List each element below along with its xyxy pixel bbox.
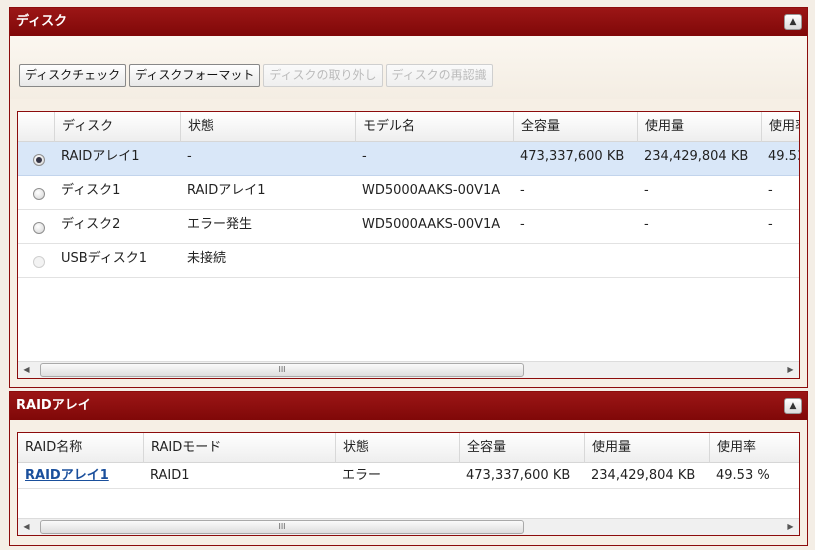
table-row[interactable]: USBディスク1 未接続	[18, 244, 799, 278]
cell-used: 234,429,804 KB	[591, 468, 696, 483]
scrollbar-thumb[interactable]: III	[40, 363, 524, 377]
cell-capacity: -	[520, 183, 525, 198]
column-header-select	[18, 112, 54, 142]
cell-model: WD5000AAKS-00V1A	[362, 217, 501, 232]
cell-raid-mode: RAID1	[150, 468, 190, 483]
column-header-capacity[interactable]: 全容量	[459, 433, 584, 463]
disk-panel-header: ディスク ▲	[10, 8, 807, 36]
scroll-right-icon[interactable]: ▶	[782, 362, 799, 378]
horizontal-scrollbar[interactable]: ◀ III ▶	[18, 361, 799, 378]
cell-status: エラー発生	[187, 217, 253, 232]
cell-model: -	[362, 149, 367, 164]
cell-disk: RAIDアレイ1	[61, 149, 140, 164]
cell-used	[637, 244, 761, 278]
column-header-status[interactable]: 状態	[335, 433, 459, 463]
cell-disk: ディスク2	[61, 217, 121, 232]
disk-remove-button[interactable]: ディスクの取り外し	[263, 64, 383, 87]
disk-grid-header: ディスク 状態 モデル名 全容量 使用量 使用率	[18, 112, 799, 142]
cell-capacity: -	[520, 217, 525, 232]
collapse-icon[interactable]: ▲	[784, 398, 802, 414]
cell-usage: -	[768, 217, 773, 232]
disk-format-button[interactable]: ディスクフォーマット	[129, 64, 261, 87]
column-header-used[interactable]: 使用量	[584, 433, 709, 463]
cell-model: WD5000AAKS-00V1A	[362, 183, 501, 198]
disk-rescan-button[interactable]: ディスクの再認識	[385, 64, 493, 87]
raid-panel: RAIDアレイ ▲ RAID名称 RAIDモード 状態 全容量 使用量 使用率 …	[9, 391, 808, 546]
column-header-status[interactable]: 状態	[180, 112, 355, 142]
cell-status: 未接続	[187, 251, 227, 266]
cell-used: -	[644, 183, 649, 198]
cell-usage: -	[768, 183, 773, 198]
collapse-icon[interactable]: ▲	[784, 14, 802, 30]
column-header-usage[interactable]: 使用率	[761, 112, 799, 142]
column-header-raid-mode[interactable]: RAIDモード	[143, 433, 335, 463]
table-row[interactable]: ディスク2 エラー発生 WD5000AAKS-00V1A - - -	[18, 210, 799, 244]
disk-toolbar: ディスクチェック ディスクフォーマット ディスクの取り外し ディスクの再認識	[10, 36, 807, 99]
scroll-left-icon[interactable]: ◀	[18, 519, 35, 535]
cell-disk: USBディスク1	[61, 251, 148, 266]
cell-usage	[761, 244, 799, 278]
cell-used: -	[644, 217, 649, 232]
horizontal-scrollbar[interactable]: ◀ III ▶	[18, 518, 799, 535]
cell-disk: ディスク1	[61, 183, 121, 198]
scrollbar-thumb[interactable]: III	[40, 520, 524, 534]
cell-raid-name: RAIDアレイ1	[18, 463, 143, 489]
table-row[interactable]: ディスク1 RAIDアレイ1 WD5000AAKS-00V1A - - -	[18, 176, 799, 210]
cell-capacity: 473,337,600 KB	[520, 149, 625, 164]
column-header-usage[interactable]: 使用率	[709, 433, 799, 463]
column-header-model[interactable]: モデル名	[355, 112, 513, 142]
column-header-used[interactable]: 使用量	[637, 112, 761, 142]
cell-capacity	[513, 244, 637, 278]
column-header-raid-name[interactable]: RAID名称	[18, 433, 143, 463]
scroll-right-icon[interactable]: ▶	[782, 519, 799, 535]
cell-used: 234,429,804 KB	[644, 149, 749, 164]
raid-grid: RAID名称 RAIDモード 状態 全容量 使用量 使用率 RAIDアレイ1 R…	[17, 432, 800, 536]
disk-grid: ディスク 状態 モデル名 全容量 使用量 使用率 RAIDアレイ1 - - 47…	[17, 111, 800, 379]
column-header-capacity[interactable]: 全容量	[513, 112, 637, 142]
cell-status: エラー	[342, 468, 382, 483]
radio-button[interactable]	[33, 222, 45, 234]
cell-usage: 49.53 %	[768, 149, 799, 164]
raid-grid-header: RAID名称 RAIDモード 状態 全容量 使用量 使用率	[18, 433, 799, 463]
cell-status: -	[187, 149, 192, 164]
disk-check-button[interactable]: ディスクチェック	[19, 64, 127, 87]
column-header-disk[interactable]: ディスク	[54, 112, 180, 142]
raid-array-link[interactable]: RAIDアレイ1	[25, 468, 109, 483]
table-row: RAIDアレイ1 RAID1 エラー 473,337,600 KB 234,42…	[18, 463, 799, 489]
disk-panel-title: ディスク	[16, 14, 68, 29]
cell-capacity: 473,337,600 KB	[466, 468, 571, 483]
raid-panel-header: RAIDアレイ ▲	[10, 392, 807, 420]
radio-button[interactable]	[33, 188, 45, 200]
table-row[interactable]: RAIDアレイ1 - - 473,337,600 KB 234,429,804 …	[18, 142, 799, 176]
radio-button[interactable]	[33, 154, 45, 166]
raid-panel-title: RAIDアレイ	[16, 398, 91, 413]
cell-usage: 49.53 %	[716, 468, 770, 483]
scroll-left-icon[interactable]: ◀	[18, 362, 35, 378]
cell-status: RAIDアレイ1	[187, 183, 266, 198]
radio-button[interactable]	[33, 256, 45, 268]
disk-panel: ディスク ▲ ディスクチェック ディスクフォーマット ディスクの取り外し ディスクの再…	[9, 7, 808, 388]
cell-model	[355, 244, 513, 278]
